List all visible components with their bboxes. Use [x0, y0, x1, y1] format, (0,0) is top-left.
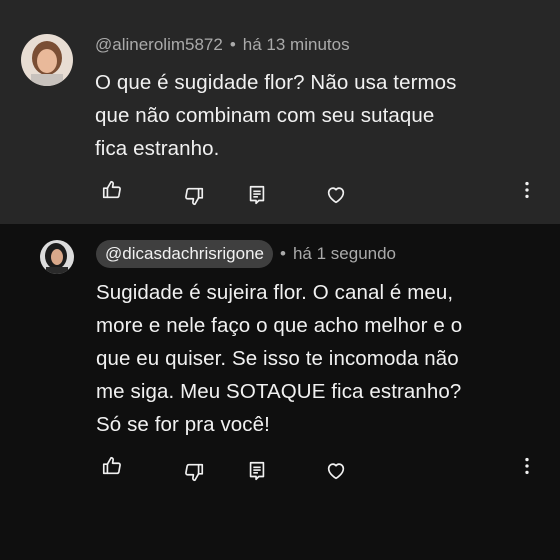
author-handle-pill[interactable]: @dicasdachrisrigone	[96, 240, 274, 268]
comment-line: que eu quiser. Se isso te incomoda não	[96, 347, 459, 370]
reply-icon[interactable]	[245, 459, 269, 483]
avatar[interactable]	[40, 240, 74, 274]
comment-alinerolim5872: @alinerolim5872 • há 13 minutos O que é …	[0, 0, 560, 224]
author-handle[interactable]: @alinerolim5872	[95, 35, 223, 55]
timestamp[interactable]: há 1 segundo	[293, 244, 396, 264]
timestamp[interactable]: há 13 minutos	[243, 35, 350, 55]
comment-text: Sugidade é sujeira flor. O canal é meu, …	[96, 276, 536, 441]
comment-line: more e nele faço o que acho melhor e o	[96, 314, 463, 337]
separator-dot: •	[229, 35, 236, 54]
like-icon[interactable]	[100, 178, 124, 202]
dislike-icon[interactable]	[182, 184, 206, 208]
comment-line: Só se for pra você!	[96, 413, 270, 436]
heart-icon[interactable]	[324, 183, 348, 207]
comment-line: fica estranho.	[95, 137, 220, 160]
like-icon[interactable]	[100, 454, 124, 478]
separator-dot: •	[280, 244, 286, 263]
reply-icon[interactable]	[245, 183, 269, 207]
comment-line: Sugidade é sujeira flor. O canal é meu,	[96, 281, 454, 304]
heart-icon[interactable]	[324, 459, 348, 483]
dislike-icon[interactable]	[182, 460, 206, 484]
comment-line: que não combinam com seu sutaque	[95, 104, 435, 127]
more-vert-icon[interactable]	[515, 454, 539, 478]
comment-line: O que é sugidade flor? Não usa termos	[95, 71, 457, 94]
more-vert-icon[interactable]	[515, 178, 539, 202]
comment-meta: @alinerolim5872 • há 13 minutos	[95, 35, 350, 55]
avatar[interactable]	[21, 34, 73, 86]
comment-text: O que é sugidade flor? Não usa termos qu…	[95, 66, 535, 165]
comment-line: me siga. Meu SOTAQUE fica estranho?	[96, 380, 462, 403]
comment-actions	[0, 178, 560, 206]
comment-meta: @dicasdachrisrigone • há 1 segundo	[96, 240, 396, 268]
comment-actions	[0, 454, 560, 482]
